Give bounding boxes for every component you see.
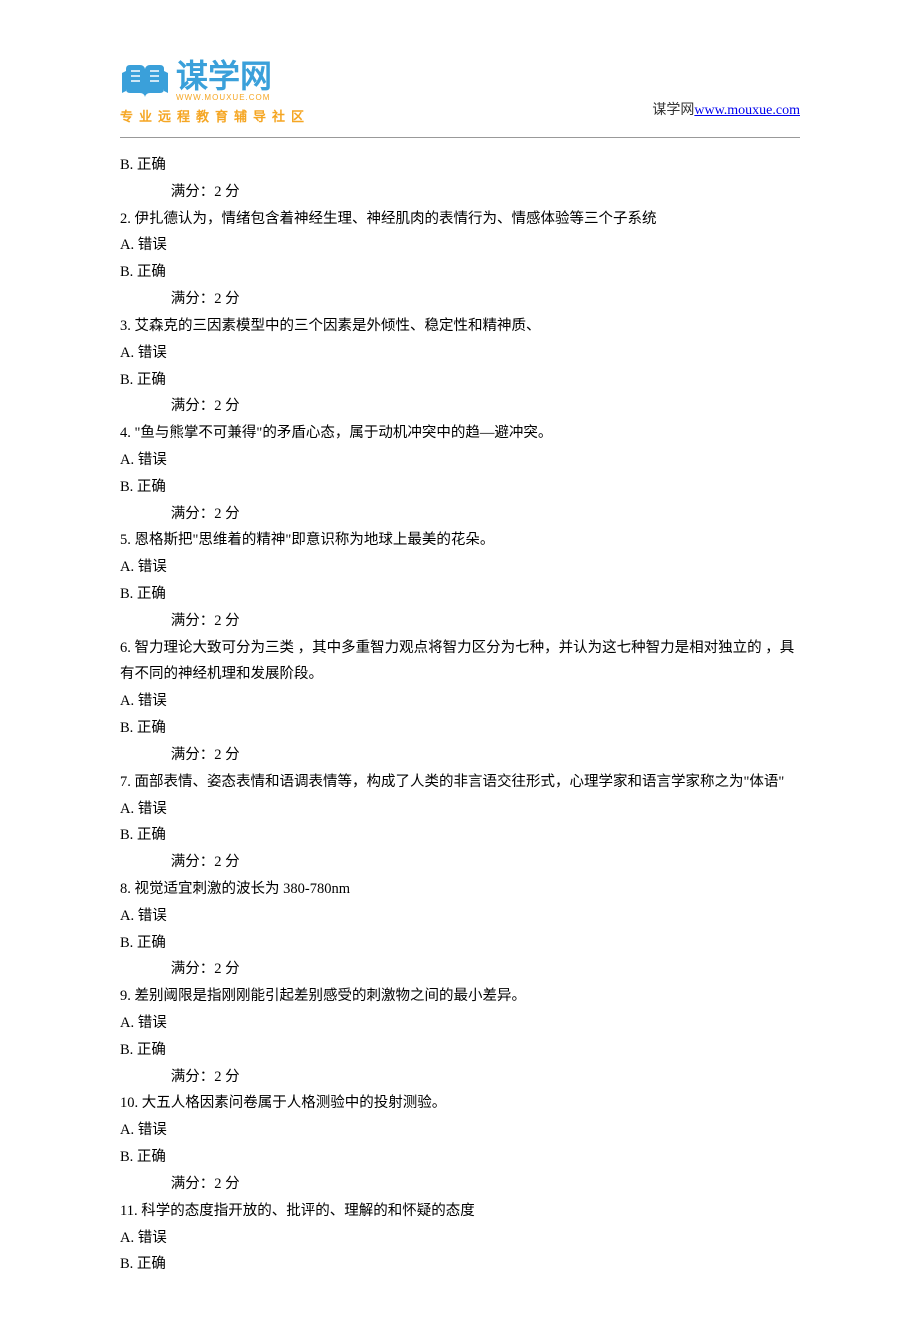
logo-subtitle: WWW.MOUXUE.COM (176, 94, 272, 102)
score-line: 满分：2 分 (120, 1064, 800, 1091)
question-7: 7. 面部表情、姿态表情和语调表情等，构成了人类的非言语交往形式，心理学家和语言… (120, 769, 800, 796)
question-11: 11. 科学的态度指开放的、批评的、理解的和怀疑的态度 (120, 1198, 800, 1225)
option-b: B. 正确 (120, 474, 800, 501)
option-b: B. 正确 (120, 367, 800, 394)
score-line: 满分：2 分 (120, 742, 800, 769)
option-b: B. 正确 (120, 1251, 800, 1278)
option-a: A. 错误 (120, 1225, 800, 1252)
option-a: A. 错误 (120, 554, 800, 581)
option-a: A. 错误 (120, 1117, 800, 1144)
option-b: B. 正确 (120, 822, 800, 849)
option-b: B. 正确 (120, 581, 800, 608)
option-b: B. 正确 (120, 1037, 800, 1064)
header-divider (120, 137, 800, 138)
logo-block: 谋学网 WWW.MOUXUE.COM 专业远程教育辅导社区 (120, 60, 310, 125)
score-line: 满分：2 分 (120, 501, 800, 528)
option-a: A. 错误 (120, 688, 800, 715)
option-a: A. 错误 (120, 447, 800, 474)
option-b: B. 正确 (120, 1144, 800, 1171)
site-text: 谋学网www.mouxue.com (652, 99, 800, 125)
option-a: A. 错误 (120, 796, 800, 823)
page-header: 谋学网 WWW.MOUXUE.COM 专业远程教育辅导社区 谋学网www.mou… (120, 60, 800, 125)
score-line: 满分：2 分 (120, 1171, 800, 1198)
option-a: A. 错误 (120, 340, 800, 367)
question-10: 10. 大五人格因素问卷属于人格测验中的投射测验。 (120, 1090, 800, 1117)
site-link[interactable]: www.mouxue.com (694, 103, 800, 118)
logo-title: 谋学网 (176, 60, 272, 92)
question-2: 2. 伊扎德认为，情绪包含着神经生理、神经肌肉的表情行为、情感体验等三个子系统 (120, 206, 800, 233)
option-a: A. 错误 (120, 232, 800, 259)
logo-tagline: 专业远程教育辅导社区 (120, 106, 310, 125)
logo-text: 谋学网 WWW.MOUXUE.COM (176, 60, 272, 102)
score-line: 满分：2 分 (120, 286, 800, 313)
option-b: B. 正确 (120, 259, 800, 286)
site-label: 谋学网 (652, 103, 694, 118)
score-line: 满分：2 分 (120, 849, 800, 876)
score-line: 满分：2 分 (120, 393, 800, 420)
leading-option-b: B. 正确 (120, 152, 800, 179)
question-5: 5. 恩格斯把"思维着的精神"即意识称为地球上最美的花朵。 (120, 527, 800, 554)
question-4: 4. "鱼与熊掌不可兼得"的矛盾心态，属于动机冲突中的趋—避冲突。 (120, 420, 800, 447)
option-a: A. 错误 (120, 1010, 800, 1037)
score-line: 满分：2 分 (120, 608, 800, 635)
score-line: 满分：2 分 (120, 956, 800, 983)
logo-top: 谋学网 WWW.MOUXUE.COM (120, 60, 272, 102)
book-icon (120, 61, 170, 101)
option-a: A. 错误 (120, 903, 800, 930)
question-9: 9. 差别阈限是指刚刚能引起差别感受的刺激物之间的最小差异。 (120, 983, 800, 1010)
score-line: 满分：2 分 (120, 179, 800, 206)
question-6: 6. 智力理论大致可分为三类 ，其中多重智力观点将智力区分为七种，并认为这七种智… (120, 635, 800, 689)
question-3: 3. 艾森克的三因素模型中的三个因素是外倾性、稳定性和精神质、 (120, 313, 800, 340)
content-body: B. 正确 满分：2 分 2. 伊扎德认为，情绪包含着神经生理、神经肌肉的表情行… (120, 152, 800, 1278)
option-b: B. 正确 (120, 715, 800, 742)
option-b: B. 正确 (120, 930, 800, 957)
question-8: 8. 视觉适宜刺激的波长为 380-780nm (120, 876, 800, 903)
